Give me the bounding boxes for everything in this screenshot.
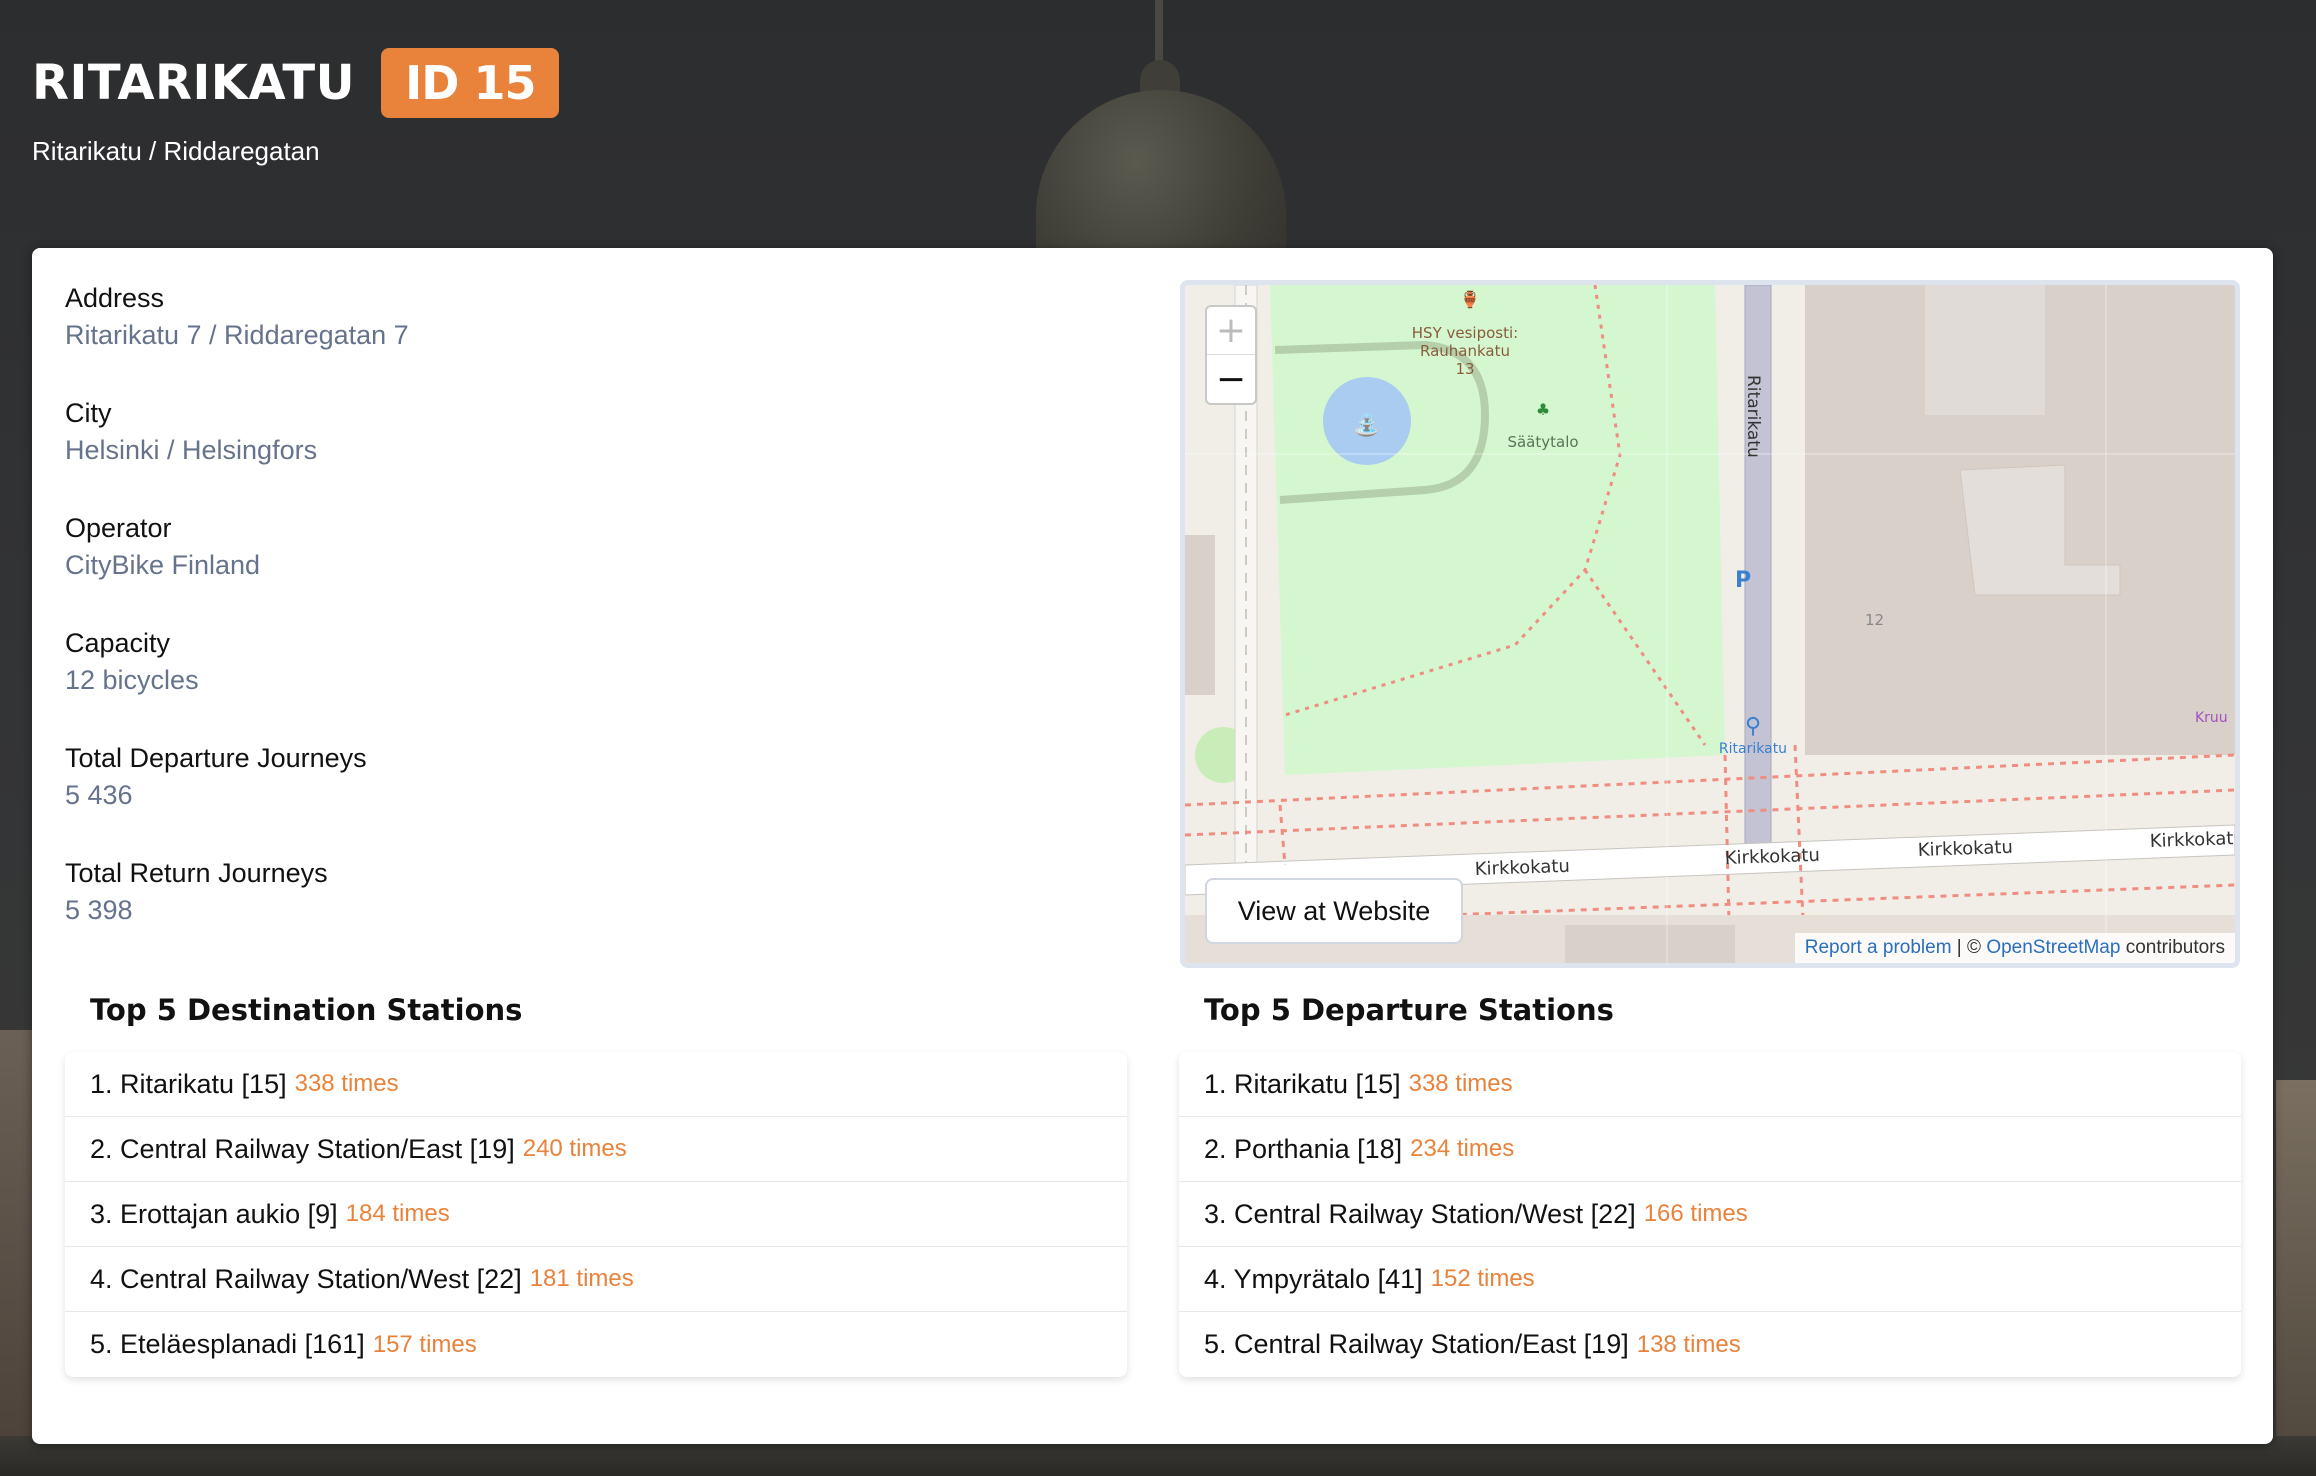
map-label-kirkkokatu: Kirkkokatu xyxy=(1724,845,1820,869)
list-item: 5. Central Railway Station/East [19] 138 … xyxy=(1179,1312,2241,1377)
info-total-returns: Total Return Journeys 5 398 xyxy=(65,855,1145,970)
map-label-kirkkokatu: Kirkkokatu xyxy=(2149,828,2235,852)
list-item: 2. Central Railway Station/East [19] 240 … xyxy=(65,1117,1127,1182)
zoom-in-button[interactable]: + xyxy=(1207,307,1255,355)
info-address: Address Ritarikatu 7 / Riddaregatan 7 xyxy=(65,280,1145,395)
map-label-number: 12 xyxy=(1865,611,1884,629)
list-item: 3. Erottajan aukio [9] 184 times xyxy=(65,1182,1127,1247)
info-value: 5 436 xyxy=(65,780,133,810)
map-label-saatytalo: Säätytalo xyxy=(1507,433,1578,451)
trip-count: 181 times xyxy=(529,1265,634,1292)
zoom-out-button[interactable]: − xyxy=(1207,355,1255,403)
list-item: 4. Ympyrätalo [41] 152 times xyxy=(1179,1247,2241,1312)
svg-text:⛲: ⛲ xyxy=(1353,412,1380,438)
title-row: RITARIKATU ID 15 xyxy=(32,48,560,118)
map-label-poi: 13 xyxy=(1455,360,1474,378)
info-value: 5 398 xyxy=(65,895,133,925)
view-at-website-button[interactable]: View at Website xyxy=(1205,878,1463,944)
trip-count: 338 times xyxy=(1408,1070,1513,1097)
departures-list: 1. Ritarikatu [15] 338 times 2. Porthania… xyxy=(1179,1052,2241,1377)
list-item: 5. Eteläesplanadi [161] 157 times xyxy=(65,1312,1127,1377)
background-building-right xyxy=(2276,1080,2316,1476)
openstreetmap-link[interactable]: OpenStreetMap xyxy=(1986,937,2120,958)
info-city: City Helsinki / Helsingfors xyxy=(65,395,1145,510)
info-capacity: Capacity 12 bicycles xyxy=(65,625,1145,740)
attribution-suffix: contributors xyxy=(2120,937,2225,958)
top-departures: Top 5 Departure Stations 1. Ritarikatu [… xyxy=(1179,978,2241,1377)
trip-count: 184 times xyxy=(345,1200,450,1227)
info-total-departures: Total Departure Journeys 5 436 xyxy=(65,740,1145,855)
trip-count: 138 times xyxy=(1636,1330,1741,1358)
report-problem-link[interactable]: Report a problem xyxy=(1805,937,1952,958)
info-label: City xyxy=(65,398,112,428)
station-name: 4. Ympyrätalo [41] xyxy=(1204,1263,1423,1294)
svg-text:⚲: ⚲ xyxy=(1745,714,1761,739)
map-label-kruu: Kruu xyxy=(2195,710,2228,726)
station-map[interactable]: ⛲ 🏺 HSY vesiposti: Rauhankatu 13 ♣ Sääty… xyxy=(1180,280,2240,968)
station-details-card: Address Ritarikatu 7 / Riddaregatan 7 Ci… xyxy=(32,248,2273,1444)
trip-count: 152 times xyxy=(1430,1265,1535,1292)
map-label-kirkkokatu: Kirkkokatu xyxy=(1917,837,2013,861)
svg-text:🏺: 🏺 xyxy=(1460,290,1480,309)
station-subtitle: Ritarikatu / Riddaregatan xyxy=(32,136,320,166)
info-value: Ritarikatu 7 / Riddaregatan 7 xyxy=(65,320,409,350)
station-name: 3. Erottajan aukio [9] xyxy=(90,1198,338,1229)
top-destinations-title: Top 5 Destination Stations xyxy=(90,993,523,1027)
station-info: Address Ritarikatu 7 / Riddaregatan 7 Ci… xyxy=(65,280,1145,970)
info-value: 12 bicycles xyxy=(65,665,199,695)
map-zoom-control: + − xyxy=(1205,305,1257,405)
info-value: CityBike Finland xyxy=(65,550,261,580)
map-attribution: Report a problem | © OpenStreetMap contr… xyxy=(1794,933,2235,963)
list-item: 2. Porthania [18] 234 times xyxy=(1179,1117,2241,1182)
info-label: Total Return Journeys xyxy=(65,858,328,888)
destinations-list: 1. Ritarikatu [15] 338 times 2. Central R… xyxy=(65,1052,1127,1377)
info-label: Operator xyxy=(65,513,172,543)
list-item: 4. Central Railway Station/West [22] 181 … xyxy=(65,1247,1127,1312)
info-operator: Operator CityBike Finland xyxy=(65,510,1145,625)
map-parking-icon: P xyxy=(1735,568,1751,593)
list-item: 1. Ritarikatu [15] 338 times xyxy=(1179,1052,2241,1117)
station-name: 1. Ritarikatu [15] xyxy=(1204,1068,1401,1099)
station-name: 5. Central Railway Station/East [19] xyxy=(1204,1329,1629,1359)
info-label: Address xyxy=(65,283,165,313)
map-tiles[interactable]: ⛲ 🏺 HSY vesiposti: Rauhankatu 13 ♣ Sääty… xyxy=(1185,285,2235,963)
station-name: 3. Central Railway Station/West [22] xyxy=(1204,1198,1636,1229)
attribution-separator: | © xyxy=(1951,937,1987,958)
map-label-kirkkokatu: Kirkkokatu xyxy=(1474,856,1570,880)
info-value: Helsinki / Helsingfors xyxy=(65,435,318,465)
station-title: RITARIKATU xyxy=(32,55,356,111)
station-name: 4. Central Railway Station/West [22] xyxy=(90,1263,522,1294)
map-label-street: Ritarikatu xyxy=(1743,375,1763,458)
info-label: Total Departure Journeys xyxy=(65,743,367,773)
station-id-badge: ID 15 xyxy=(381,48,560,118)
list-item: 3. Central Railway Station/West [22] 166 … xyxy=(1179,1182,2241,1247)
svg-text:♣: ♣ xyxy=(1536,400,1550,419)
trip-count: 234 times xyxy=(1410,1135,1515,1162)
map-label-station: Ritarikatu xyxy=(1719,741,1787,757)
station-name: 2. Porthania [18] xyxy=(1204,1133,1403,1164)
trip-count: 166 times xyxy=(1643,1200,1748,1227)
map-label-poi: HSY vesiposti: xyxy=(1412,324,1518,342)
station-name: 5. Eteläesplanadi [161] xyxy=(90,1329,365,1359)
list-item: 1. Ritarikatu [15] 338 times xyxy=(65,1052,1127,1117)
trip-count: 240 times xyxy=(522,1135,627,1162)
station-name: 2. Central Railway Station/East [19] xyxy=(90,1133,515,1164)
page-header: RITARIKATU ID 15 Ritarikatu / Riddaregat… xyxy=(32,48,560,167)
info-label: Capacity xyxy=(65,628,171,658)
top-destinations: Top 5 Destination Stations 1. Ritarikatu… xyxy=(65,978,1127,1377)
trip-count: 157 times xyxy=(372,1330,477,1358)
trip-count: 338 times xyxy=(294,1070,399,1097)
station-name: 1. Ritarikatu [15] xyxy=(90,1068,287,1099)
map-label-poi: Rauhankatu xyxy=(1420,342,1510,360)
top-departures-title: Top 5 Departure Stations xyxy=(1204,993,1614,1027)
